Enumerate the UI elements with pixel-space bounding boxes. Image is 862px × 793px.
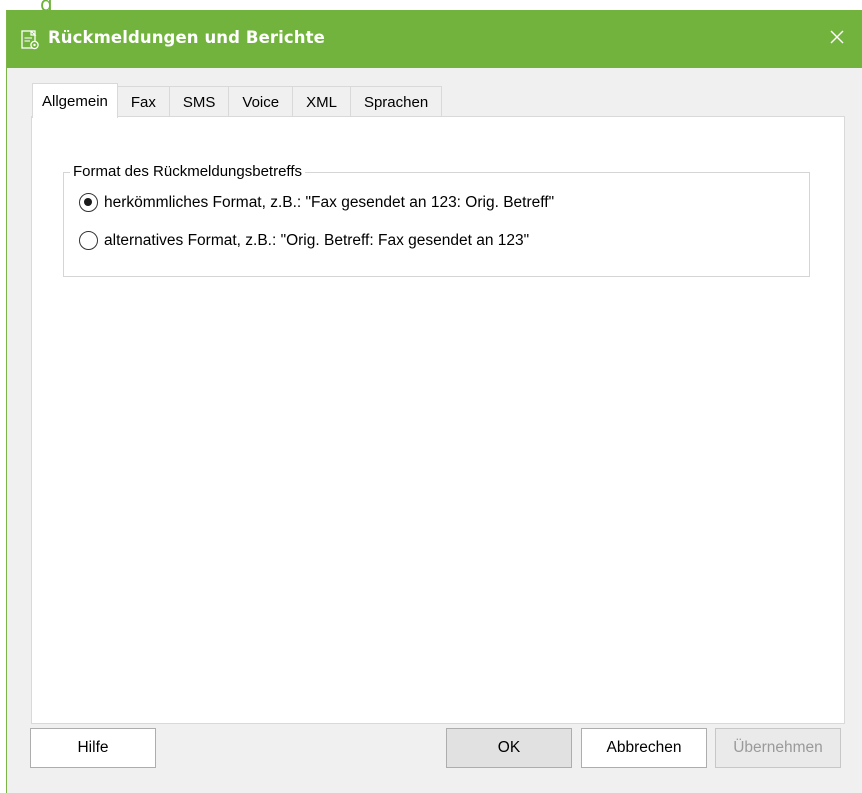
radio-button-checked[interactable] bbox=[79, 193, 98, 212]
subject-format-group: Format des Rückmeldungsbetreffs herkömml… bbox=[63, 163, 810, 277]
radio-label-conventional: herkömmliches Format, z.B.: "Fax gesende… bbox=[104, 193, 555, 211]
background-strip: g bbox=[0, 0, 862, 16]
radio-button-unchecked[interactable] bbox=[79, 231, 98, 250]
tab-panel-allgemein: Format des Rückmeldungsbetreffs herkömml… bbox=[31, 116, 845, 724]
apply-button[interactable]: Übernehmen bbox=[715, 728, 841, 768]
tab-bar: Allgemein Fax SMS Voice XML Sprachen bbox=[32, 83, 443, 118]
tab-sms[interactable]: SMS bbox=[169, 86, 230, 117]
document-settings-icon bbox=[19, 29, 41, 51]
ok-button[interactable]: OK bbox=[446, 728, 572, 768]
radio-alternative-format[interactable]: alternatives Format, z.B.: "Orig. Betref… bbox=[79, 231, 529, 250]
window-title: Rückmeldungen und Berichte bbox=[48, 28, 325, 47]
radio-conventional-format[interactable]: herkömmliches Format, z.B.: "Fax gesende… bbox=[79, 193, 554, 212]
help-button[interactable]: Hilfe bbox=[30, 728, 156, 768]
close-icon bbox=[829, 29, 845, 49]
close-button[interactable] bbox=[822, 24, 852, 54]
tab-xml[interactable]: XML bbox=[293, 86, 351, 117]
tab-voice[interactable]: Voice bbox=[229, 86, 294, 117]
cancel-button[interactable]: Abbrechen bbox=[581, 728, 707, 768]
radio-label-alternative: alternatives Format, z.B.: "Orig. Betref… bbox=[104, 231, 530, 249]
title-bar: Rückmeldungen und Berichte bbox=[7, 10, 862, 68]
group-legend: Format des Rückmeldungsbetreffs bbox=[70, 163, 305, 180]
tab-fax[interactable]: Fax bbox=[117, 86, 170, 117]
dialog-window: Rückmeldungen und Berichte Allgemein Fax… bbox=[6, 10, 862, 793]
tab-sprachen[interactable]: Sprachen bbox=[350, 86, 443, 117]
tab-allgemein[interactable]: Allgemein bbox=[32, 83, 118, 118]
